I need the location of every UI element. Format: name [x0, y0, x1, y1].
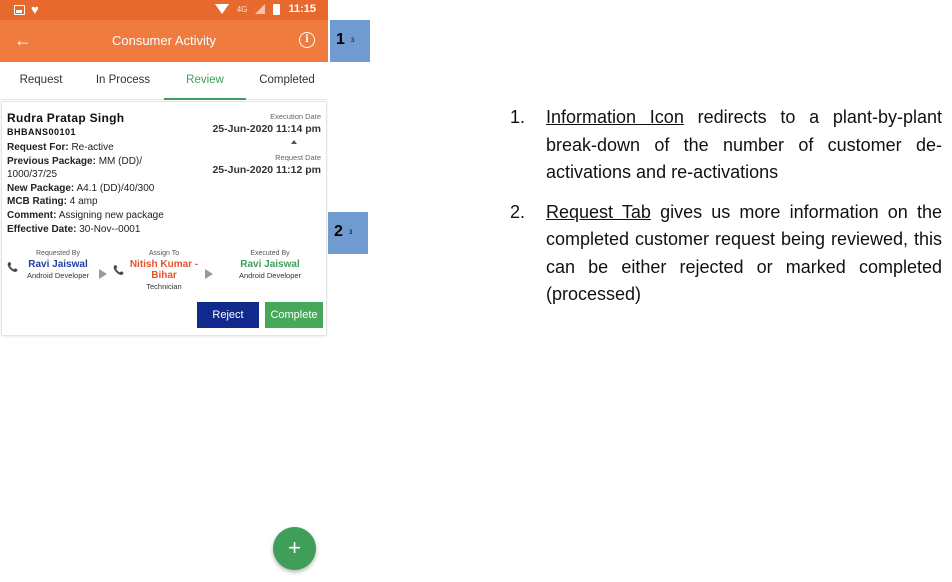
executed-by-name[interactable]: Ravi Jaiswal [230, 259, 310, 270]
annotation-item-2: 2. Request Tab gives us more information … [510, 201, 942, 305]
phone-screen: ♥ 4G 11:15 ← Consumer Activity i Request… [0, 0, 328, 582]
tab-bar: Request In Process Review Completed [0, 62, 328, 100]
request-date: 25-Jun-2020 11:12 pm [212, 164, 321, 176]
assign-to-name[interactable]: Nitish Kumar - Bihar [124, 259, 204, 281]
detail-request-for: Request For: Re-active [7, 142, 114, 153]
request-card[interactable]: Rudra Pratap Singh BHBANS00101 Request F… [1, 101, 327, 336]
annotation-marker-1: 1 3 [330, 20, 370, 62]
app-bar: ← Consumer Activity i [0, 20, 328, 62]
workflow-people: 📞 Requested By Ravi Jaiswal Android Deve… [2, 250, 328, 291]
status-bar: ♥ 4G 11:15 [0, 0, 328, 20]
tab-completed[interactable]: Completed [246, 62, 328, 99]
annotation-item-1: 1. Information Icon redirects to a plant-… [510, 107, 942, 182]
photo-icon [14, 4, 25, 15]
app-title: Consumer Activity [111, 33, 217, 48]
execution-date: 25-Jun-2020 11:14 pm [212, 123, 321, 135]
detail-new-package: New Package: A4.1 (DD)/40/300 [7, 182, 155, 194]
status-time: 11:15 [288, 3, 316, 15]
caret-up-icon[interactable] [291, 140, 297, 144]
execution-date-label: Execution Date [270, 112, 321, 121]
detail-effective-date: Effective Date: 30-Nov--0001 [7, 223, 141, 235]
detail-comment: Comment: Assigning new package [7, 209, 164, 221]
consumer-name: Rudra Pratap Singh [7, 111, 125, 125]
arrow-right-icon [205, 269, 213, 279]
request-date-label: Request Date [275, 153, 321, 162]
requested-by: Requested By Ravi Jaiswal Android Develo… [20, 250, 96, 280]
reject-button[interactable]: Reject [197, 302, 259, 328]
executed-by: Executed By Ravi Jaiswal Android Develop… [230, 250, 310, 280]
tab-request[interactable]: Request [0, 62, 82, 99]
annotation-list: 1. Information Icon redirects to a plant-… [510, 104, 942, 321]
detail-mcb-rating: MCB Rating: 4 amp [7, 196, 98, 208]
phone-icon[interactable]: 📞 [7, 262, 18, 273]
complete-button[interactable]: Complete [265, 302, 323, 328]
heart-icon: ♥ [31, 2, 39, 17]
phone-icon[interactable]: 📞 [113, 265, 124, 276]
signal-icon [255, 4, 266, 14]
assign-to: Assign To Nitish Kumar - Bihar Technicia… [124, 250, 204, 291]
network-type: 4G [236, 4, 248, 14]
tab-in-process[interactable]: In Process [82, 62, 164, 99]
request-details: Request For: Re-active Previous Package:… [7, 141, 187, 236]
info-icon[interactable]: i [299, 32, 315, 48]
arrow-right-icon [99, 269, 107, 279]
detail-previous-package: Previous Package: MM (DD)/ 1000/37/25 [7, 155, 143, 181]
tab-review[interactable]: Review [164, 62, 246, 100]
battery-icon [273, 3, 281, 15]
add-fab-button[interactable]: + [273, 527, 316, 570]
consumer-code: BHBANS00101 [7, 127, 77, 137]
annotation-marker-2: 2 3 [328, 212, 368, 254]
requested-by-name[interactable]: Ravi Jaiswal [20, 259, 96, 270]
wifi-icon [214, 4, 229, 14]
